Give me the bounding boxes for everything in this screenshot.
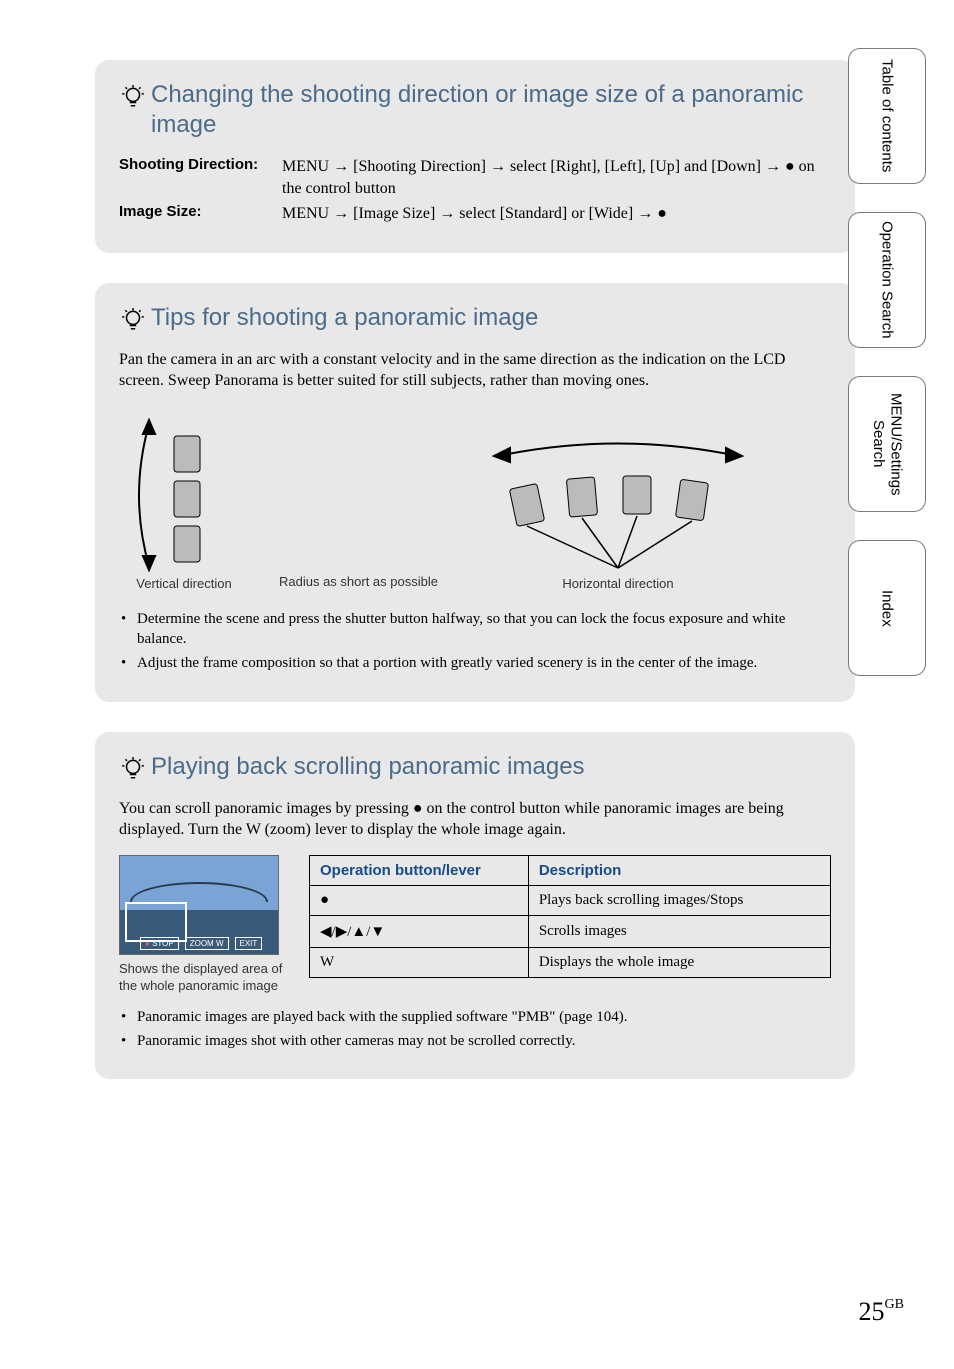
section-title-text: Tips for shooting a panoramic image <box>151 303 538 333</box>
lightbulb-icon <box>119 754 147 782</box>
panorama-diagram: Vertical direction Radius as short as po… <box>119 406 831 591</box>
text-image-size: MENU → [Image Size] → select [Standard] … <box>282 203 667 225</box>
tab-operation-search[interactable]: Operation Search <box>848 212 926 348</box>
vertical-pan-icon <box>119 406 249 576</box>
playback-body: You can scroll panoramic images by press… <box>119 798 831 841</box>
lightbulb-icon <box>119 305 147 333</box>
tip-box-change-direction: Changing the shooting direction or image… <box>95 60 855 253</box>
caption-horizontal: Horizontal direction <box>562 576 673 591</box>
tab-index[interactable]: Index <box>848 540 926 676</box>
table-row: ◀/▶/▲/▼ Scrolls images <box>310 915 831 947</box>
list-item: Panoramic images are played back with th… <box>119 1007 831 1027</box>
tab-menu-settings-search[interactable]: MENU/Settings Search <box>848 376 926 512</box>
operation-table: Operation button/lever Description ● Pla… <box>309 855 831 978</box>
list-item: Panoramic images shot with other cameras… <box>119 1031 831 1051</box>
lightbulb-icon <box>119 82 147 110</box>
table-header-operation: Operation button/lever <box>310 855 529 885</box>
section-heading: Tips for shooting a panoramic image <box>119 303 831 333</box>
tip-box-tips-panorama: Tips for shooting a panoramic image Pan … <box>95 283 855 702</box>
text-shooting-direction: MENU → [Shooting Direction] → select [Ri… <box>282 156 831 199</box>
section-heading: Playing back scrolling panoramic images <box>119 752 831 782</box>
side-navigation: Table of contents Operation Search MENU/… <box>848 48 926 676</box>
list-item: Adjust the frame composition so that a p… <box>119 653 831 673</box>
section-title-text: Changing the shooting direction or image… <box>151 80 831 140</box>
list-item: Determine the scene and press the shutte… <box>119 609 831 650</box>
caption-radius: Radius as short as possible <box>279 574 438 589</box>
label-image-size: Image Size: <box>119 203 274 225</box>
tip-box-playback: Playing back scrolling panoramic images … <box>95 732 855 1079</box>
caption-vertical: Vertical direction <box>136 576 231 591</box>
tab-table-of-contents[interactable]: Table of contents <box>848 48 926 184</box>
section-heading: Changing the shooting direction or image… <box>119 80 831 140</box>
thumbnail-caption: Shows the displayed area of the whole pa… <box>119 961 289 995</box>
page-number: 25GB <box>859 1297 904 1327</box>
playback-thumbnail: ● STOP ZOOM W EXIT <box>119 855 279 955</box>
section-title-text: Playing back scrolling panoramic images <box>151 752 585 782</box>
horizontal-pan-icon <box>468 426 768 576</box>
label-shooting-direction: Shooting Direction: <box>119 156 274 199</box>
panorama-tips-body: Pan the camera in an arc with a constant… <box>119 349 831 392</box>
table-row: W Displays the whole image <box>310 947 831 977</box>
table-row: ● Plays back scrolling images/Stops <box>310 885 831 915</box>
table-header-description: Description <box>528 855 830 885</box>
